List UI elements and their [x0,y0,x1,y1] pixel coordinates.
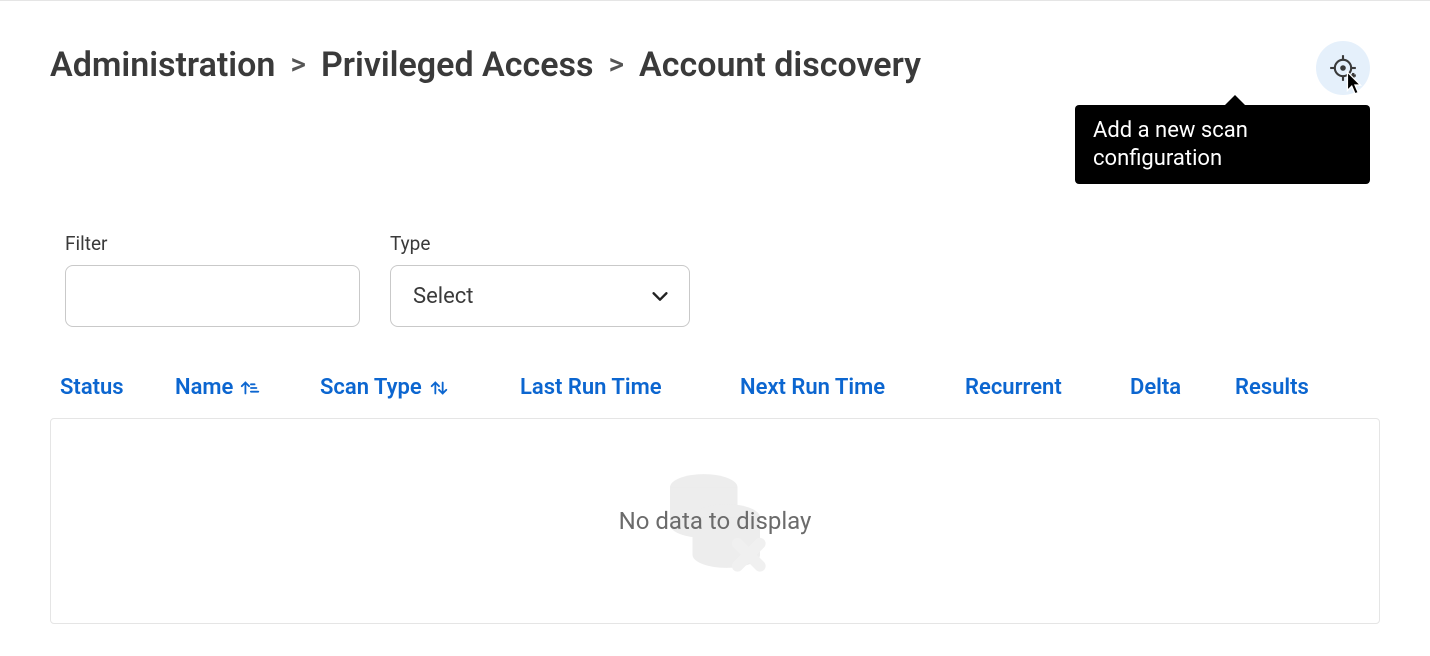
table-body: No data to display [50,418,1380,624]
chevron-down-icon [649,285,671,307]
add-scan-config-button[interactable] [1316,41,1370,95]
col-header-label: Next Run Time [740,375,885,400]
col-header-recurrent[interactable]: Recurrent [965,375,1130,400]
col-header-results[interactable]: Results [1235,375,1335,400]
col-header-label: Recurrent [965,375,1062,400]
col-header-next-run-time[interactable]: Next Run Time [740,375,965,400]
col-header-label: Last Run Time [520,375,662,400]
type-select[interactable]: Select [390,265,690,327]
filter-group-type: Type Select [390,232,690,327]
filter-label: Filter [65,232,360,255]
crumb-privileged-access[interactable]: Privileged Access [321,45,594,86]
empty-state-message: No data to display [619,507,812,535]
sort-both-icon [428,377,450,399]
filter-group-filter: Filter [65,232,360,327]
page-root: Administration > Privileged Access > Acc… [0,1,1430,624]
column-headers: Status Name Scan Type [50,375,1380,418]
tooltip-add-scan: Add a new scan configuration [1075,105,1370,184]
crumb-administration[interactable]: Administration [50,45,275,86]
col-header-name[interactable]: Name [175,375,320,400]
breadcrumb-separator: > [290,47,306,83]
table-area: Status Name Scan Type [50,375,1380,624]
col-header-label: Results [1235,375,1309,400]
crumb-account-discovery: Account discovery [639,45,921,86]
col-header-label: Scan Type [320,375,422,400]
type-label: Type [390,232,690,255]
col-header-label: Delta [1130,375,1181,400]
type-select-wrap: Select [390,265,690,327]
col-header-scan-type[interactable]: Scan Type [320,375,520,400]
col-header-status[interactable]: Status [60,375,175,400]
col-header-label: Name [175,375,233,400]
filters-row: Filter Type Select [50,232,1380,327]
action-area: Add a new scan configuration [1075,41,1370,184]
type-select-value: Select [413,284,473,309]
col-header-label: Status [60,375,124,400]
filter-input[interactable] [65,265,360,327]
sort-asc-icon [239,377,261,399]
target-add-icon [1329,54,1357,82]
breadcrumb: Administration > Privileged Access > Acc… [50,41,921,86]
col-header-delta[interactable]: Delta [1130,375,1235,400]
col-header-last-run-time[interactable]: Last Run Time [520,375,740,400]
breadcrumb-separator: > [608,47,624,83]
header-row: Administration > Privileged Access > Acc… [50,41,1380,184]
